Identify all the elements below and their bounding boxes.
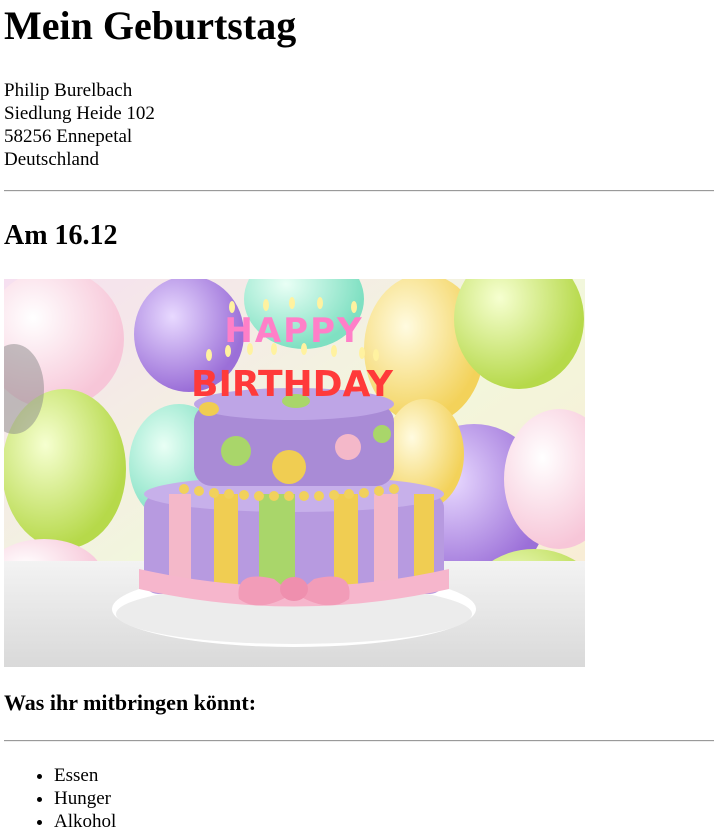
list-item: Hunger [54,787,714,810]
bring-heading: Was ihr mitbringen könnt: [4,690,257,715]
list-item: Essen [54,764,714,787]
divider [4,190,714,192]
address-city: 58256 Ennepetal [4,126,133,147]
date-heading: Am 16.12 [4,220,118,251]
list-item: Alkohol [54,810,714,833]
address-country: Deutschland [4,149,99,170]
candle-text-top: HAPPY [224,311,363,351]
birthday-cake-image: HAPPY BIRTHDAY [4,279,585,667]
page-title: Mein Geburtstag [4,3,297,48]
address-street: Siedlung Heide 102 [4,103,155,124]
divider [4,740,714,742]
page: Mein Geburtstag Philip Burelbach Siedlun… [0,0,718,833]
address-name: Philip Burelbach [4,80,133,101]
candle-text-bottom: BIRTHDAY [191,364,394,405]
address-block: Philip Burelbach Siedlung Heide 102 5825… [4,79,714,171]
bring-list: Essen Hunger Alkohol [4,764,714,833]
